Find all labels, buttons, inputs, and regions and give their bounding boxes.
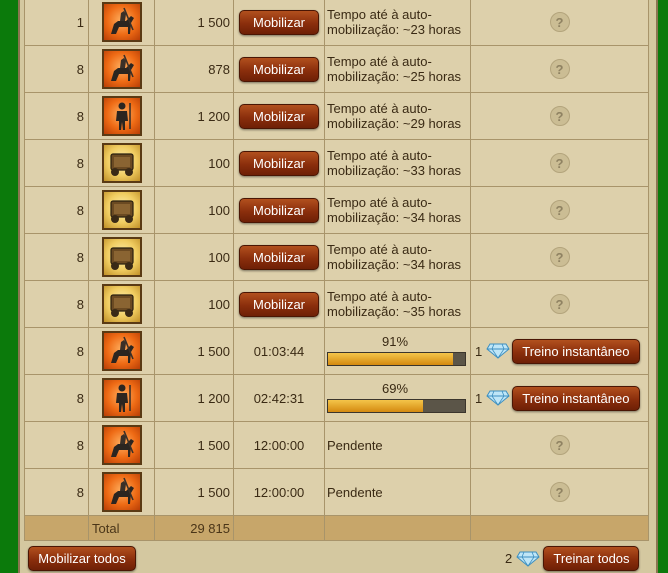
level-value: 8 xyxy=(24,92,89,140)
total-row: Total 29 815 xyxy=(24,515,649,541)
time-remaining: 02:42:31 xyxy=(253,390,305,406)
diamond-icon xyxy=(486,343,510,359)
help-icon[interactable]: ? xyxy=(549,247,570,267)
troop-count: 1 500 xyxy=(154,0,234,46)
level-value: 8 xyxy=(24,233,89,281)
progress-label: 91% xyxy=(381,334,409,349)
troop-queue-table: 11 500 Mobilizar Tempo até à auto-mobiliza… xyxy=(24,0,649,541)
troop-count: 1 200 xyxy=(154,374,234,422)
help-icon[interactable]: ? xyxy=(549,106,570,126)
level-value: 8 xyxy=(24,468,89,516)
help-icon[interactable]: ? xyxy=(549,200,570,220)
mobilize-button[interactable]: Mobilizar xyxy=(239,9,319,35)
progress-cell: 91% xyxy=(324,327,471,375)
auto-mobilize-info: Tempo até à auto-mobilização: ~34 horas xyxy=(324,233,471,281)
auto-mobilize-info: Tempo até à auto-mobilização: ~35 horas xyxy=(324,280,471,328)
time-remaining: 01:03:44 xyxy=(253,343,305,359)
cavalry-icon xyxy=(101,472,142,512)
cart-icon xyxy=(101,143,142,183)
time-remaining: 12:00:00 xyxy=(253,437,305,453)
instant-cost: 1 xyxy=(475,343,483,359)
progress-cell: 69% xyxy=(324,374,471,422)
help-icon[interactable]: ? xyxy=(549,59,570,79)
troop-count: 1 500 xyxy=(154,327,234,375)
troop-count: 1 500 xyxy=(154,421,234,469)
time-remaining: 12:00:00 xyxy=(253,484,305,500)
level-value: 8 xyxy=(24,139,89,187)
level-value: 8 xyxy=(24,186,89,234)
auto-mobilize-info: Tempo até à auto-mobilização: ~33 horas xyxy=(324,139,471,187)
troop-count: 1 200 xyxy=(154,92,234,140)
mobilize-button[interactable]: Mobilizar xyxy=(239,291,319,317)
table-row: 8 1 200 02:42:31 69% 1 Treino instantâneo xyxy=(24,374,649,422)
total-label: Total xyxy=(88,515,155,541)
progress-bar xyxy=(327,399,466,413)
cart-icon xyxy=(101,284,142,324)
mobilize-button[interactable]: Mobilizar xyxy=(239,197,319,223)
mobilize-button[interactable]: Mobilizar xyxy=(239,244,319,270)
troop-count: 100 xyxy=(154,186,234,234)
train-all-button[interactable]: Treinar todos xyxy=(543,546,640,571)
infantry-icon xyxy=(101,96,142,136)
progress-fill xyxy=(328,400,423,412)
table-row: 8 1 500 12:00:00 Pendente? xyxy=(24,421,649,469)
troop-count: 100 xyxy=(154,233,234,281)
auto-mobilize-info: Tempo até à auto-mobilização: ~25 horas xyxy=(324,45,471,93)
status-text: Pendente xyxy=(324,421,471,469)
help-icon[interactable]: ? xyxy=(549,153,570,173)
train-all-cost: 2 xyxy=(505,551,513,566)
cavalry-icon xyxy=(101,49,142,89)
diamond-icon xyxy=(516,551,540,567)
mobilize-button[interactable]: Mobilizar xyxy=(239,150,319,176)
help-icon[interactable]: ? xyxy=(549,435,570,455)
help-icon[interactable]: ? xyxy=(549,294,570,314)
troop-count: 100 xyxy=(154,280,234,328)
cart-icon xyxy=(101,237,142,277)
total-count: 29 815 xyxy=(154,515,234,541)
cavalry-icon xyxy=(101,331,142,371)
level-value: 1 xyxy=(24,0,89,46)
level-value: 8 xyxy=(24,421,89,469)
auto-mobilize-info: Tempo até à auto-mobilização: ~29 horas xyxy=(324,92,471,140)
status-text: Pendente xyxy=(324,468,471,516)
instant-train-button[interactable]: Treino instantâneo xyxy=(511,385,640,411)
instant-cost: 1 xyxy=(475,390,483,406)
troop-count: 878 xyxy=(154,45,234,93)
table-row: 8 100 Mobilizar Tempo até à auto-mobilizaçã… xyxy=(24,233,649,281)
diamond-icon xyxy=(486,390,510,406)
progress-bar xyxy=(327,352,466,366)
infantry-icon xyxy=(101,378,142,418)
cart-icon xyxy=(101,190,142,230)
table-row: 8 100 Mobilizar Tempo até à auto-mobilizaçã… xyxy=(24,186,649,234)
auto-mobilize-info: Tempo até à auto-mobilização: ~34 horas xyxy=(324,186,471,234)
troop-count: 100 xyxy=(154,139,234,187)
help-icon[interactable]: ? xyxy=(549,12,570,32)
cavalry-icon xyxy=(101,425,142,465)
level-value: 8 xyxy=(24,280,89,328)
progress-label: 69% xyxy=(381,381,409,396)
table-row: 8 100 Mobilizar Tempo até à auto-mobilizaçã… xyxy=(24,139,649,187)
table-row: 1 1 500 Mobilizar Tempo até à auto-mobiliza… xyxy=(24,0,649,46)
table-row: 8 1 500 12:00:00 Pendente? xyxy=(24,468,649,516)
level-value: 8 xyxy=(24,327,89,375)
table-row: 8 878 Mobilizar Tempo até à auto-mobilizaçã… xyxy=(24,45,649,93)
progress-fill xyxy=(328,353,453,365)
mobilize-all-button[interactable]: Mobilizar todos xyxy=(28,546,136,571)
mobilize-button[interactable]: Mobilizar xyxy=(239,103,319,129)
auto-mobilize-info: Tempo até à auto-mobilização: ~23 horas xyxy=(324,0,471,46)
table-row: 8 1 200 Mobilizar Tempo até à auto-mobiliza… xyxy=(24,92,649,140)
instant-train-button[interactable]: Treino instantâneo xyxy=(511,338,640,364)
table-row: 8 1 500 01:03:44 91% 1 Treino instantâneo xyxy=(24,327,649,375)
level-value: 8 xyxy=(24,374,89,422)
help-icon[interactable]: ? xyxy=(549,482,570,502)
level-value: 8 xyxy=(24,45,89,93)
table-row: 8 100 Mobilizar Tempo até à auto-mobilizaçã… xyxy=(24,280,649,328)
cavalry-icon xyxy=(101,2,142,42)
troop-count: 1 500 xyxy=(154,468,234,516)
mobilize-button[interactable]: Mobilizar xyxy=(239,56,319,82)
